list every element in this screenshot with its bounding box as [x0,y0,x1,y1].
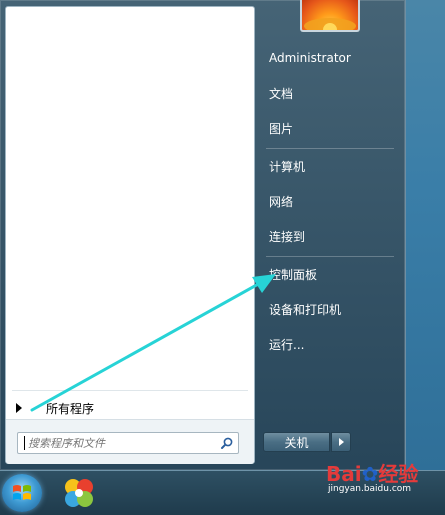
watermark-logo: Bai✿经验 [326,458,418,487]
run-link[interactable]: 运行... [262,331,398,357]
start-menu: 所有程序 Administrator 文档 图片 [0,0,406,470]
programs-pane: 所有程序 [5,6,255,464]
computer-link[interactable]: 计算机 [262,153,398,179]
baidu-jingyan-watermark: Bai✿经验 jingyan.baidu.com [326,458,444,506]
text-caret [24,436,25,450]
start-button[interactable] [2,474,42,512]
paw-icon: ✿ [361,462,379,486]
pictures-link[interactable]: 图片 [262,115,398,141]
user-name-link[interactable]: Administrator [262,45,398,71]
pinned-app-icon[interactable] [62,476,96,510]
flower-picture-icon [304,18,356,30]
connect-to-link[interactable]: 连接到 [262,223,398,249]
search-box[interactable] [17,432,239,454]
shutdown-options-button[interactable] [331,432,351,452]
desktop-background [405,0,445,470]
watermark-url: jingyan.baidu.com [328,484,412,494]
arrow-right-icon [338,438,344,446]
places-separator-1 [266,148,394,149]
documents-link[interactable]: 文档 [262,80,398,106]
programs-separator [12,390,248,391]
watermark-brand-left: Bai [326,462,362,486]
windows-logo-icon [13,485,31,500]
control-panel-link[interactable]: 控制面板 [262,261,398,287]
devices-and-printers-link[interactable]: 设备和打印机 [262,296,398,322]
network-link[interactable]: 网络 [262,188,398,214]
search-area [6,419,254,464]
all-programs-label: 所有程序 [46,401,95,416]
search-icon[interactable] [220,436,234,450]
user-avatar[interactable] [300,0,360,32]
expand-triangle-icon [16,403,22,413]
search-input[interactable] [28,436,208,450]
shutdown-button[interactable]: 关机 [263,432,330,452]
places-separator-2 [266,256,394,257]
watermark-brand-right: 经验 [378,462,419,486]
all-programs-button[interactable]: 所有程序 [14,397,244,419]
